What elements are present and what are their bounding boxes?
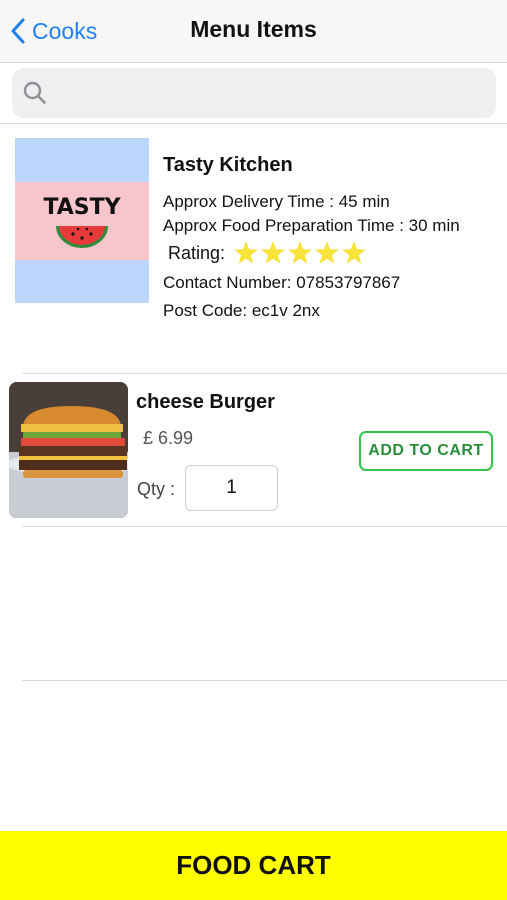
restaurant-logo: TASTY: [15, 138, 149, 303]
logo-text: TASTY: [43, 195, 121, 220]
divider: [22, 680, 507, 681]
menu-items-screen: Cooks Menu Items TASTY Tasty Kitchen App…: [0, 0, 507, 900]
add-to-cart-button[interactable]: ADD TO CART: [359, 431, 493, 471]
contact-number: Contact Number: 07853797867: [163, 273, 401, 292]
burger-icon: [9, 382, 128, 518]
post-code: Post Code: ec1v 2nx: [163, 301, 320, 320]
page-title: Menu Items: [190, 16, 317, 42]
rating-stars: [233, 240, 368, 266]
divider: [0, 123, 507, 124]
quantity-field[interactable]: [185, 465, 278, 511]
star-icon: [261, 241, 285, 264]
star-icon: [342, 241, 366, 264]
divider: [22, 526, 507, 527]
search-icon: [23, 81, 46, 104]
prep-time: Approx Food Preparation Time : 30 min: [163, 216, 460, 235]
star-icon: [288, 241, 312, 264]
delivery-time: Approx Delivery Time : 45 min: [163, 192, 390, 211]
item-name: cheese Burger: [136, 391, 275, 413]
star-icon: [234, 241, 258, 264]
food-cart-button[interactable]: FOOD CART: [0, 831, 507, 900]
search-bar[interactable]: [12, 68, 496, 118]
restaurant-name: Tasty Kitchen: [163, 154, 293, 176]
rating-row: Rating:: [168, 240, 368, 266]
search-input[interactable]: [60, 76, 484, 112]
star-icon: [315, 241, 339, 264]
nav-bar: Cooks Menu Items: [0, 0, 507, 63]
qty-label: Qty :: [137, 479, 176, 499]
item-price: £ 6.99: [143, 428, 194, 448]
divider: [22, 373, 507, 374]
cheese-burger-image: [9, 382, 128, 518]
rating-label: Rating:: [168, 242, 226, 263]
watermelon-logo-icon: TASTY: [43, 195, 122, 248]
